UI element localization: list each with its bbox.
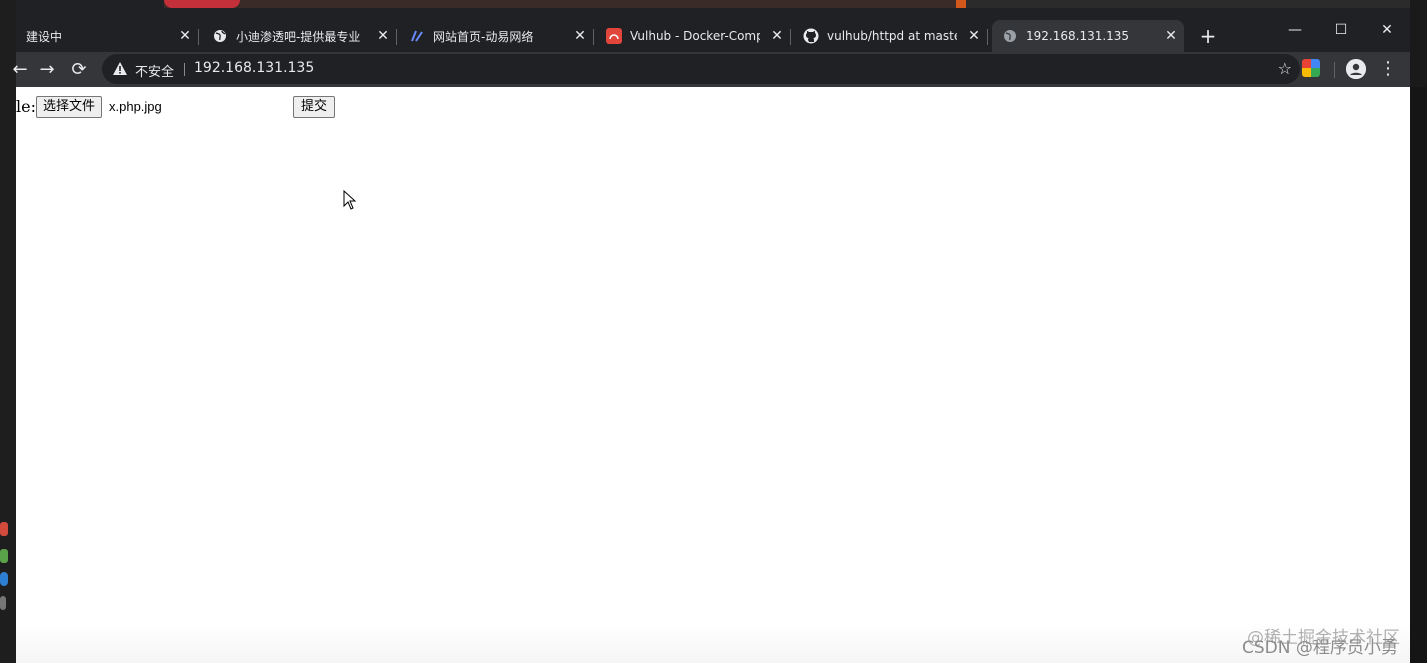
page-content: le: 选择文件 x.php.jpg 提交 [16,87,1410,663]
tab[interactable]: 建设中 ✕ [26,20,199,52]
new-tab-plus-icon[interactable]: + [1197,25,1219,47]
divider [184,63,185,76]
security-status[interactable]: 不安全 [135,61,174,80]
tab-close-icon[interactable]: ✕ [770,29,784,43]
tab-label: 小迪渗透吧-提供最专业 [236,29,361,44]
tab-label: 192.168.131.135 [1026,29,1130,43]
tab-label: 网站首页-动易网络 [433,29,534,44]
globe-icon [212,28,228,44]
reload-icon[interactable]: ⟳ [65,55,93,83]
tab-close-icon[interactable]: ✕ [573,29,587,43]
url-text[interactable]: 192.168.131.135 [194,60,314,76]
choose-file-button[interactable]: 选择文件 [36,96,103,118]
site-icon [409,28,425,44]
close-window-icon[interactable]: ✕ [1364,16,1410,44]
forward-arrow-icon[interactable]: → [33,55,61,83]
tray-app-icon[interactable] [0,549,8,563]
upload-field-label: le: [16,97,36,116]
bookmark-star-icon[interactable]: ☆ [1278,59,1292,78]
tab[interactable]: Vulhub - Docker-Comp ✕ [600,20,791,52]
background-window-accent [164,0,240,8]
tray-app-icon[interactable] [0,572,8,586]
tab[interactable]: 小迪渗透吧-提供最专业 ✕ [206,20,397,52]
tab-close-icon[interactable]: ✕ [178,29,192,43]
tab[interactable]: vulhub/httpd at maste ✕ [797,20,988,52]
tab-close-icon[interactable]: ✕ [967,29,981,43]
tab-active[interactable]: 192.168.131.135 ✕ [992,20,1184,52]
tab-strip: 建设中 ✕ 小迪渗透吧-提供最专业 ✕ 网站首页-动易网络 ✕ Vulhub -… [16,8,1410,52]
warning-icon [112,61,128,80]
profile-avatar-icon[interactable] [1346,59,1366,79]
more-vert-icon[interactable]: ⋮ [1378,56,1398,82]
mouse-cursor-icon [343,189,357,214]
browser-window: 建设中 ✕ 小迪渗透吧-提供最专业 ✕ 网站首页-动易网络 ✕ Vulhub -… [12,0,1410,663]
maximize-icon[interactable]: ☐ [1318,16,1364,44]
volume-icon[interactable] [0,596,6,610]
extension-icon[interactable] [1302,59,1320,77]
minimize-icon[interactable]: — [1272,16,1318,44]
watermark: CSDN @程序员小勇 [1242,638,1398,658]
tab-label: vulhub/httpd at maste [827,29,957,43]
tab-close-icon[interactable]: ✕ [376,29,390,43]
github-icon [803,28,819,44]
background-window-accent [956,0,966,8]
back-arrow-icon[interactable]: ← [6,55,34,83]
page-bottom-shade [16,623,1410,663]
divider [1334,62,1335,78]
globe-icon [1002,28,1018,44]
tab[interactable]: 网站首页-动易网络 ✕ [403,20,594,52]
vulhub-icon [606,28,622,44]
background-window-edge [966,0,1410,8]
selected-file-name: x.php.jpg [109,99,162,114]
submit-button[interactable]: 提交 [293,96,336,118]
address-bar[interactable]: 不安全 192.168.131.135 ☆ [102,54,1300,84]
tab-label: Vulhub - Docker-Comp [630,29,760,43]
tab-label: 建设中 [26,29,63,44]
desktop-edge-left [0,0,16,663]
tray-app-icon[interactable] [0,522,8,536]
tab-close-icon[interactable]: ✕ [1164,29,1178,43]
desktop-edge-right [1410,87,1427,663]
browser-toolbar: ← → ⟳ 不安全 192.168.131.135 ☆ ⋮ [12,52,1410,87]
background-window-edge [164,0,966,8]
